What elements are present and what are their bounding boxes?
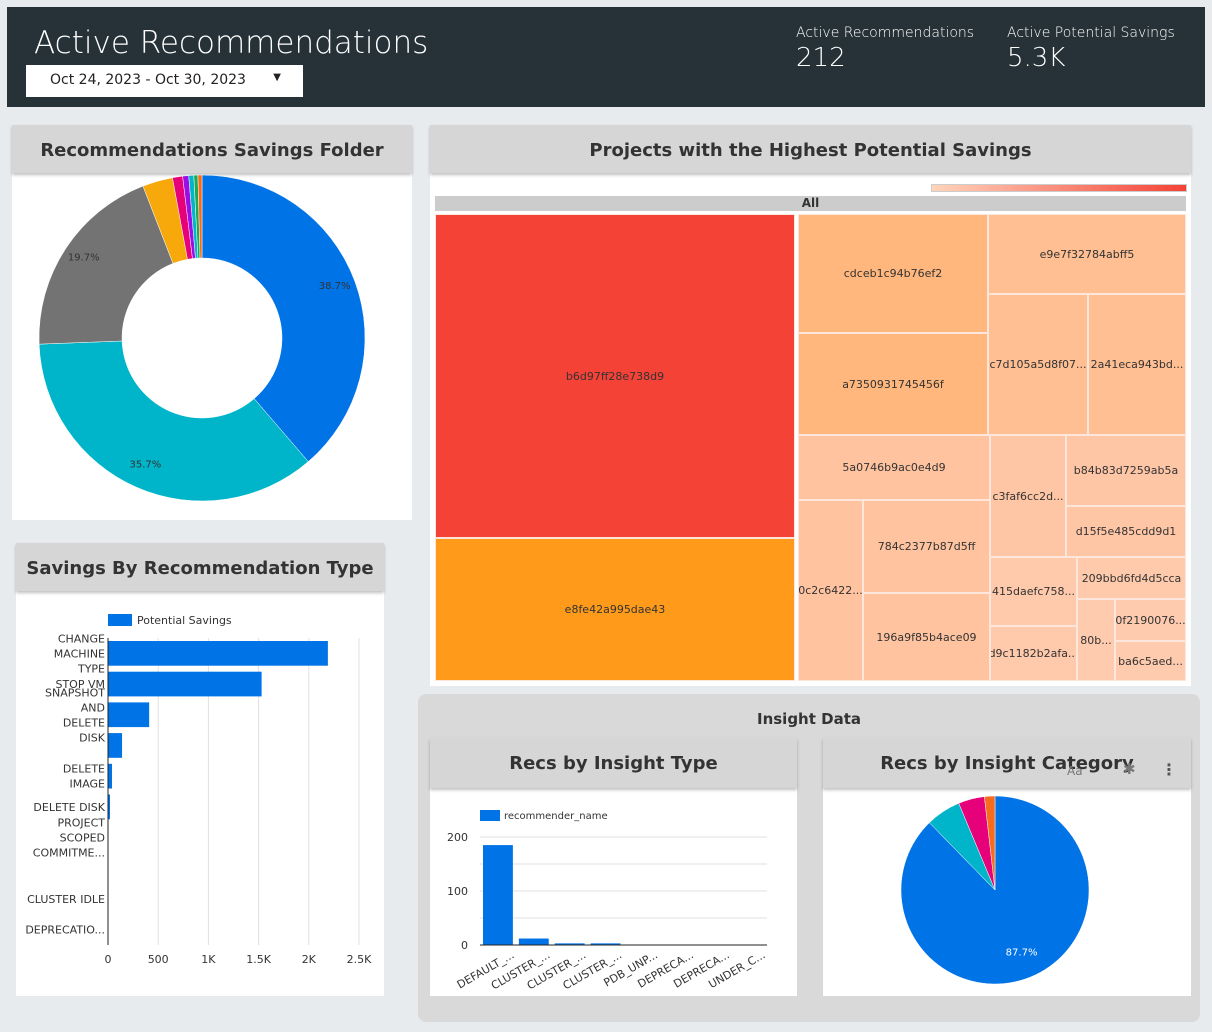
- legend-swatch: [480, 810, 500, 821]
- y-tick-label: 100: [447, 885, 468, 898]
- x-tick-label: 1.5K: [246, 953, 271, 966]
- header: Active Recommendations Oct 24, 2023 - Oc…: [7, 7, 1205, 107]
- treemap-root-all[interactable]: All: [435, 196, 1186, 211]
- date-range-value: Oct 24, 2023 - Oct 30, 2023: [50, 72, 246, 88]
- treemap-cell[interactable]: 2a41eca943bd...: [1088, 294, 1186, 435]
- treemap-cell[interactable]: d15f5e485cdd9d1: [1066, 506, 1186, 557]
- treemap-cell[interactable]: cdceb1c94b76ef2: [798, 214, 988, 333]
- legend-label: Potential Savings: [137, 614, 232, 627]
- insight-category-card: Recs by Insight Category Aa ✱ ⋮ 87.7%: [823, 738, 1191, 996]
- y-category-label: CLUSTER IDLE: [27, 893, 105, 906]
- treemap-cell[interactable]: 196a9f85b4ace09: [863, 593, 990, 681]
- treemap-cell[interactable]: 784c2377b87d5ff: [863, 500, 990, 593]
- card-title: Recommendations Savings Folder: [12, 125, 412, 173]
- pie-label: 87.7%: [1006, 947, 1038, 958]
- color-scale-legend: [931, 184, 1187, 192]
- bar[interactable]: [108, 733, 123, 758]
- kpi-value: 212: [796, 43, 846, 73]
- caret-down-icon: ▼: [273, 72, 281, 83]
- treemap-cell[interactable]: d9c1182b2afa...: [990, 626, 1077, 681]
- insight-category-pie: 87.7%: [900, 795, 1090, 985]
- legend-swatch: [108, 614, 132, 626]
- treemap-cell[interactable]: c3faf6cc2d...: [990, 435, 1066, 557]
- x-tick-label: 0: [105, 953, 112, 966]
- bar[interactable]: [108, 702, 150, 728]
- treemap-cell[interactable]: b6d97ff28e738d9: [435, 214, 795, 538]
- y-category-label: DEPRECATIO...: [25, 924, 105, 937]
- bar[interactable]: [518, 938, 549, 945]
- bar[interactable]: [483, 845, 513, 945]
- y-category-label: DELETE IMAGE: [63, 763, 105, 791]
- x-tick-label: 2K: [302, 953, 317, 966]
- y-category-label: SNAPSHOT AND DELETE DISK: [45, 686, 106, 744]
- legend-label: recommender_name: [504, 811, 608, 822]
- treemap-cell[interactable]: e9e7f32784abff5: [988, 214, 1186, 294]
- y-category-label: PROJECT SCOPED COMMITME...: [33, 817, 105, 860]
- donut-label: 35.7%: [130, 460, 162, 471]
- treemap-cell[interactable]: 0c2c6422...: [798, 500, 863, 681]
- savings-bar-chart: Potential Savings 0 500 1K 1.5K 2K 2.5K CHANGE M…: [25, 614, 372, 966]
- bar[interactable]: [108, 641, 328, 666]
- x-tick-label: 500: [148, 953, 169, 966]
- y-category-label: DELETE DISK: [33, 801, 105, 814]
- treemap-cell[interactable]: 415daefc758...: [990, 557, 1077, 626]
- y-tick-label: 200: [447, 831, 468, 844]
- page-title: Active Recommendations: [34, 25, 429, 61]
- more-options-icon[interactable]: ⋮: [1161, 760, 1177, 779]
- savings-folder-card: Recommendations Savings Folder 38.7% 35.7…: [12, 125, 412, 520]
- insight-title: Insight Data: [756, 710, 861, 728]
- donut-chart: 38.7% 35.7% 19.7%: [38, 175, 366, 502]
- treemap-cell[interactable]: e8fe42a995dae43: [435, 538, 795, 681]
- treemap-card: Projects with the Highest Potential Savi…: [430, 125, 1191, 686]
- card-title: Recs by Insight Category: [823, 738, 1191, 788]
- kpi-active-recommendations: Active Recommendations 212: [796, 25, 974, 73]
- x-tick-label: 1K: [201, 953, 216, 966]
- kpi-value: 5.3K: [1007, 43, 1066, 73]
- donut-label: 19.7%: [68, 252, 100, 263]
- card-title: Recs by Insight Type: [430, 738, 797, 788]
- kpi-potential-savings: Active Potential Savings 5.3K: [1007, 25, 1175, 73]
- y-category-label: CHANGE MACHINE TYPE: [54, 632, 105, 675]
- y-tick-label: 0: [461, 939, 468, 952]
- kpi-label: Active Potential Savings: [1007, 25, 1175, 41]
- card-title: Savings By Recommendation Type: [16, 543, 384, 591]
- treemap-cell[interactable]: c7d105a5d8f07...: [988, 294, 1088, 435]
- treemap-cell[interactable]: a7350931745456f: [798, 333, 988, 435]
- bar[interactable]: [108, 763, 113, 789]
- date-range-picker[interactable]: Oct 24, 2023 - Oct 30, 2023 ▼: [26, 65, 303, 97]
- treemap-cell[interactable]: ba6c5aed...: [1115, 641, 1186, 681]
- card-title: Projects with the Highest Potential Savi…: [430, 125, 1191, 173]
- text-style-icon[interactable]: Aa: [1067, 764, 1083, 778]
- donut-slice[interactable]: [38, 340, 309, 502]
- treemap-cell[interactable]: 209bbd6fd4d5cca: [1077, 557, 1186, 599]
- sparkle-icon[interactable]: ✱: [1123, 760, 1136, 778]
- kpi-label: Active Recommendations: [796, 25, 975, 41]
- x-tick-label: 2.5K: [347, 953, 372, 966]
- treemap-cell[interactable]: 0f2190076...: [1115, 599, 1186, 641]
- treemap-cell[interactable]: b84b83d7259ab5a: [1066, 435, 1186, 506]
- savings-by-type-card: Savings By Recommendation Type Potential…: [16, 543, 384, 996]
- donut-label: 38.7%: [319, 281, 351, 292]
- treemap-cell[interactable]: 80b...: [1077, 599, 1115, 681]
- insight-type-chart: recommender_name0100200DEFAULT_...CLUSTE…: [447, 810, 768, 992]
- insight-type-card: Recs by Insight Type recommender_name 0 10…: [430, 738, 797, 996]
- treemap-cell[interactable]: 5a0746b9ac0e4d9: [798, 435, 990, 500]
- bar[interactable]: [108, 671, 262, 697]
